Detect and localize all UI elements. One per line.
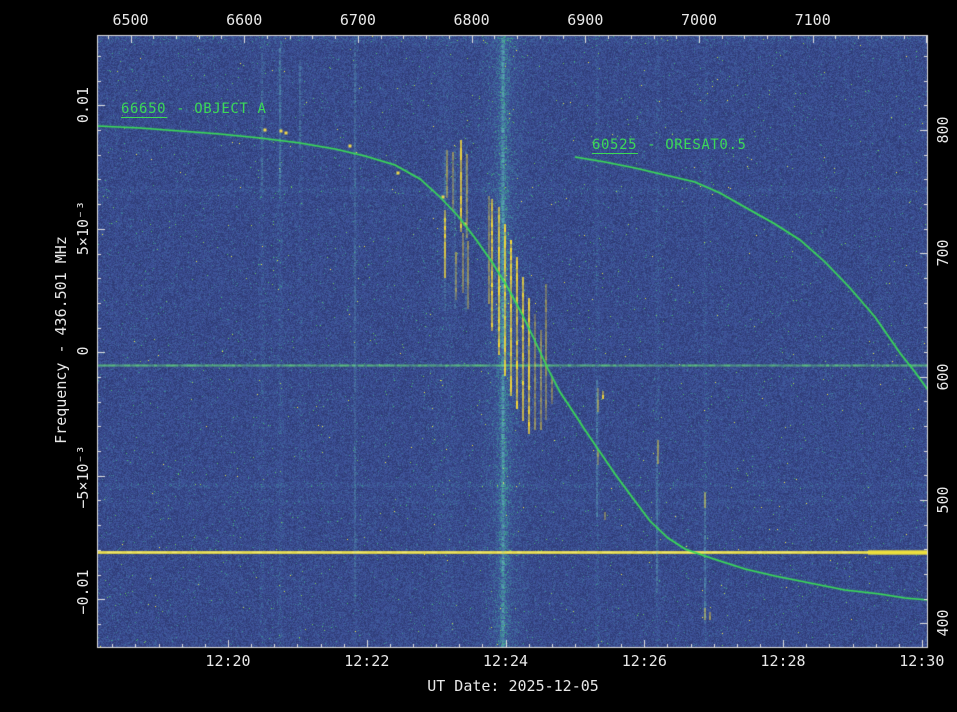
spectrogram-window: 6500 6600 6700 6800 6900 7000 7100 12:20 12:22 12…: [0, 0, 957, 712]
spectrogram-plot[interactable]: [0, 0, 957, 712]
